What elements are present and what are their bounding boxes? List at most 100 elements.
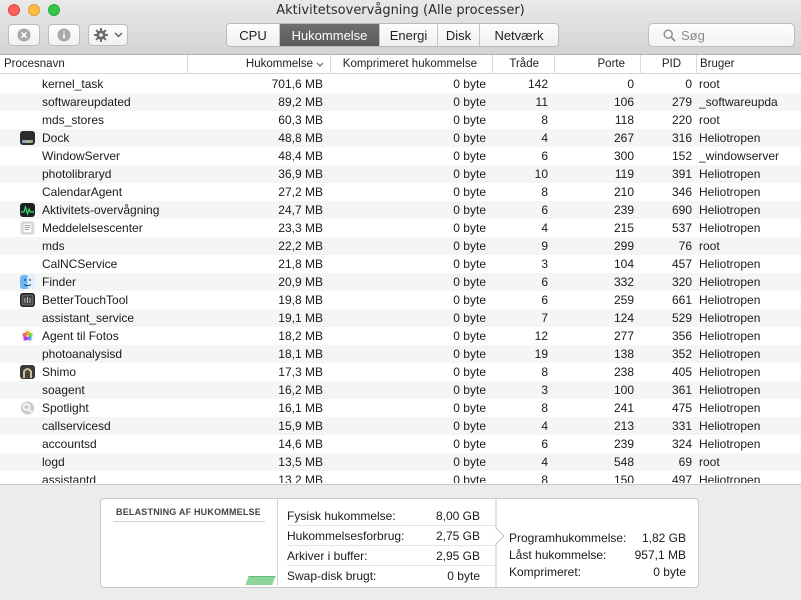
breakdown-label: Låst hukommelse: <box>509 548 607 562</box>
cell-memory: 24,7 MB <box>278 203 323 217</box>
cell-ports: 238 <box>613 365 634 379</box>
column-header-pid[interactable]: PID <box>640 55 695 74</box>
column-header-compressed-memory[interactable]: Komprimeret hukommelse <box>330 55 491 74</box>
cell-process-name: Spotlight <box>42 401 89 415</box>
table-row[interactable]: Agent til Fotos 18,2 MB 0 byte 12 277 356 Heli… <box>0 327 801 345</box>
panel-divider <box>277 499 278 587</box>
table-row[interactable]: Spotlight 16,1 MB 0 byte 8 241 475 Heliotropen <box>0 399 801 417</box>
cell-pid: 69 <box>678 455 692 469</box>
cell-process-name: logd <box>42 455 65 469</box>
cell-ports: 119 <box>614 167 634 181</box>
column-header-pid-label: PID <box>661 58 681 70</box>
stat-memory-used: Hukommelsesforbrug: 2,75 GB <box>287 526 495 546</box>
inspect-process-button[interactable] <box>48 24 80 46</box>
sort-descending-icon <box>316 62 324 67</box>
tab-network[interactable]: Netværk <box>480 24 558 46</box>
cell-pid: 661 <box>671 293 692 307</box>
cell-compressed-memory: 0 byte <box>453 365 486 379</box>
cell-ports: 210 <box>613 185 634 199</box>
stat-value: 0 byte <box>447 569 480 583</box>
cell-user: Heliotropen <box>699 473 761 483</box>
stop-process-button[interactable] <box>8 24 40 46</box>
column-header-process-name[interactable]: Procesnavn <box>4 55 184 74</box>
cell-ports: 0 <box>627 77 634 91</box>
cell-process-name: mds_stores <box>42 113 105 127</box>
column-header-threads[interactable]: Tråde <box>492 55 553 74</box>
table-row[interactable]: assistant_service 19,1 MB 0 byte 7 124 529 Hel… <box>0 309 801 327</box>
cell-pid: 475 <box>671 401 692 415</box>
search-placeholder: Søg <box>681 27 705 43</box>
table-row[interactable]: softwareupdated 89,2 MB 0 byte 11 106 279 _sof… <box>0 93 801 111</box>
stat-label: Hukommelsesforbrug: <box>287 529 405 543</box>
cell-threads: 8 <box>541 365 548 379</box>
cell-threads: 142 <box>527 77 548 91</box>
memory-panel: BELASTNING AF HUKOMMELSE Fysisk hukommel… <box>100 498 699 588</box>
table-row[interactable]: callservicesd 15,9 MB 0 byte 4 213 331 Heliotr… <box>0 417 801 435</box>
search-field[interactable]: Søg <box>648 23 795 47</box>
table-row[interactable]: assistantd 13,2 MB 0 byte 8 150 497 Heliotrope… <box>0 471 801 483</box>
table-row[interactable]: logd 13,5 MB 0 byte 4 548 69 root <box>0 453 801 471</box>
cell-pid: 279 <box>671 95 692 109</box>
table-row[interactable]: CalNCService 21,8 MB 0 byte 3 104 457 Heliotro… <box>0 255 801 273</box>
cell-user: Heliotropen <box>699 347 761 361</box>
cell-memory: 14,6 MB <box>278 437 323 451</box>
cell-threads: 12 <box>534 329 548 343</box>
cell-compressed-memory: 0 byte <box>453 455 486 469</box>
cell-threads: 8 <box>541 185 548 199</box>
cell-ports: 300 <box>613 149 634 163</box>
cell-ports: 277 <box>613 329 634 343</box>
cell-user: Heliotropen <box>699 257 761 271</box>
action-menu-button[interactable] <box>88 24 128 46</box>
cell-compressed-memory: 0 byte <box>453 77 486 91</box>
table-row[interactable]: mds 22,2 MB 0 byte 9 299 76 root <box>0 237 801 255</box>
table-row[interactable]: accountsd 14,6 MB 0 byte 6 239 324 Heliotropen <box>0 435 801 453</box>
cell-memory: 15,9 MB <box>278 419 323 433</box>
cell-memory: 89,2 MB <box>278 95 323 109</box>
table-row[interactable]: kernel_task 701,6 MB 0 byte 142 0 0 root <box>0 75 801 93</box>
cell-memory: 36,9 MB <box>278 167 323 181</box>
cell-pid: 537 <box>671 221 692 235</box>
table-row[interactable]: CalendarAgent 27,2 MB 0 byte 8 210 346 Heliotr… <box>0 183 801 201</box>
cell-ports: 100 <box>613 383 634 397</box>
cell-pid: 497 <box>671 473 692 483</box>
column-header-ports[interactable]: Porte <box>554 55 639 74</box>
breakdown-value: 0 byte <box>653 565 686 579</box>
chevron-down-icon <box>114 32 123 38</box>
cell-memory: 16,2 MB <box>278 383 323 397</box>
table-row[interactable]: Finder 20,9 MB 0 byte 6 332 320 Heliotropen <box>0 273 801 291</box>
cell-user: _windowserver <box>699 149 780 163</box>
table-row[interactable]: Aktivitets-overvågning 24,7 MB 0 byte 6 239 6… <box>0 201 801 219</box>
cell-threads: 6 <box>541 293 548 307</box>
cell-user: root <box>699 455 720 469</box>
cell-compressed-memory: 0 byte <box>453 275 486 289</box>
column-header-user[interactable]: Bruger <box>696 55 801 74</box>
table-row[interactable]: mds_stores 60,3 MB 0 byte 8 118 220 root <box>0 111 801 129</box>
tab-energy[interactable]: Energi <box>380 24 438 46</box>
cell-user: Heliotropen <box>699 365 761 379</box>
table-row[interactable]: soagent 16,2 MB 0 byte 3 100 361 Heliotropen <box>0 381 801 399</box>
tab-disk[interactable]: Disk <box>438 24 480 46</box>
table-row[interactable]: photoanalysisd 18,1 MB 0 byte 19 138 352 Helio… <box>0 345 801 363</box>
table-row[interactable]: Shimo 17,3 MB 0 byte 8 238 405 Heliotropen <box>0 363 801 381</box>
table-row[interactable]: Dock 48,8 MB 0 byte 4 267 316 Heliotropen <box>0 129 801 147</box>
bettertouchtool-icon <box>20 293 35 307</box>
column-header-memory[interactable]: Hukommelse <box>187 55 329 74</box>
table-row[interactable]: BetterTouchTool 19,8 MB 0 byte 6 259 661 Helio… <box>0 291 801 309</box>
tab-cpu[interactable]: CPU <box>227 24 280 46</box>
table-row[interactable]: photolibraryd 36,9 MB 0 byte 10 119 391 Heliot… <box>0 165 801 183</box>
cell-compressed-memory: 0 byte <box>453 311 486 325</box>
view-tabs: CPU Hukommelse Energi Disk Netværk <box>226 23 559 47</box>
tab-memory[interactable]: Hukommelse <box>280 24 380 46</box>
cell-threads: 9 <box>541 239 548 253</box>
cell-ports: 106 <box>613 95 634 109</box>
cell-compressed-memory: 0 byte <box>453 221 486 235</box>
cell-memory: 13,5 MB <box>278 455 323 469</box>
activity-monitor-icon <box>20 203 35 217</box>
cell-process-name: photolibraryd <box>42 167 112 181</box>
cell-user: Heliotropen <box>699 185 761 199</box>
cell-threads: 10 <box>534 167 548 181</box>
cell-user: _softwareupda <box>699 95 778 109</box>
breakdown-label: Programhukommelse: <box>509 531 627 545</box>
table-row[interactable]: Meddelelsescenter 23,3 MB 0 byte 4 215 537 Hel… <box>0 219 801 237</box>
table-row[interactable]: WindowServer 48,4 MB 0 byte 6 300 152 _windows… <box>0 147 801 165</box>
